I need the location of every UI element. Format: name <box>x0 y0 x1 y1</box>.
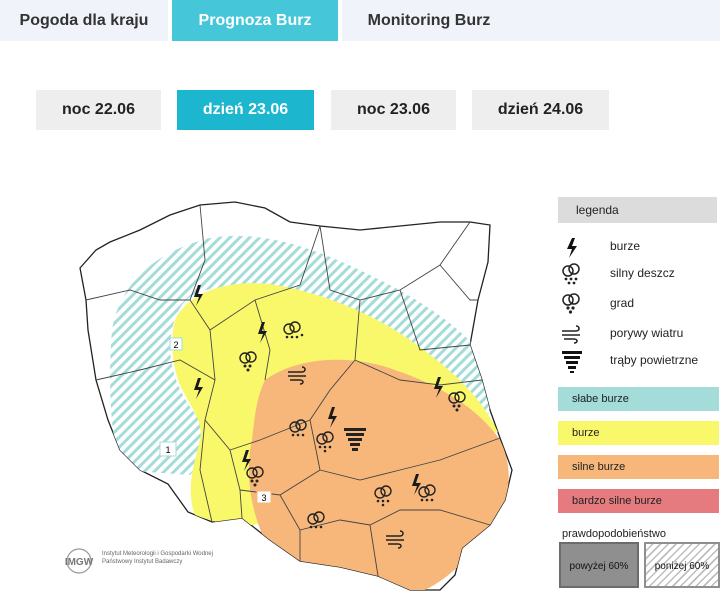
legend-level-very-strong-storms: bardzo silne burze <box>558 489 719 513</box>
tab-bar-filler <box>516 0 720 41</box>
hail-icon <box>562 293 580 314</box>
day-button-dzien-23-06[interactable]: dzień 23.06 <box>177 90 314 130</box>
legend-label: porywy wiatru <box>610 326 684 340</box>
tab-pogoda-dla-kraju[interactable]: Pogoda dla kraju <box>0 0 168 41</box>
day-button-dzien-24-06[interactable]: dzień 24.06 <box>472 90 609 130</box>
zone-marker-2: 2 <box>169 337 183 351</box>
legend-probability-above: powyżej 60% <box>559 542 639 588</box>
tab-prognoza-burz[interactable]: Prognoza Burz <box>172 0 338 41</box>
zone-marker-1: 1 <box>159 441 177 457</box>
legend-item-wind-gust: porywy wiatru <box>558 323 720 347</box>
legend-item-tornado: trąby powietrzne <box>558 350 720 374</box>
legend-label: grad <box>610 296 635 310</box>
legend-probability-below: poniżej 60% <box>644 542 720 588</box>
heavy-rain-icon <box>562 263 580 285</box>
tornado-icon <box>562 351 582 373</box>
legend-item-hail: grad <box>558 293 720 317</box>
day-button-noc-23-06[interactable]: noc 23.06 <box>331 90 456 130</box>
svg-text:IMGW: IMGW <box>65 557 94 568</box>
imgw-logo-mark: IMGW <box>65 548 94 574</box>
legend-item-heavy-rain: silny deszcz <box>558 263 720 287</box>
legend-probability-title: prawdopodobieństwo <box>562 528 666 540</box>
imgw-logo-line1: Instytut Meteorologii i Gospodarki Wodne… <box>102 551 213 557</box>
tab-bar: Pogoda dla kraju Prognoza Burz Monitorin… <box>0 0 720 41</box>
imgw-logo-text: Instytut Meteorologii i Gospodarki Wodne… <box>102 550 232 566</box>
tab-monitoring-burz[interactable]: Monitoring Burz <box>342 0 516 41</box>
storm-forecast-map: 2 1 3 <box>79 201 513 591</box>
legend-label: burze <box>610 239 641 253</box>
legend-level-weak-storms: słabe burze <box>558 387 719 411</box>
zone-marker-2-label: 2 <box>173 340 178 350</box>
legend-label: trąby powietrzne <box>610 353 699 367</box>
imgw-logo: IMGW Instytut Meteorologii i Gospodarki … <box>62 546 222 582</box>
legend-level-storms: burze <box>558 421 719 445</box>
zone-marker-3-label: 3 <box>261 493 266 503</box>
legend-title: legenda <box>558 197 717 223</box>
day-button-noc-22-06[interactable]: noc 22.06 <box>36 90 161 130</box>
legend-item-lightning: burze <box>558 236 720 260</box>
zone-marker-1-label: 1 <box>165 445 170 455</box>
imgw-logo-line2: Państwowy Instytut Badawczy <box>102 559 183 565</box>
legend-label: silny deszcz <box>610 266 675 280</box>
wind-gust-icon <box>562 325 580 344</box>
legend-level-strong-storms: silne burze <box>558 455 719 479</box>
lightning-icon <box>567 238 577 258</box>
zone-marker-3: 3 <box>256 490 272 504</box>
